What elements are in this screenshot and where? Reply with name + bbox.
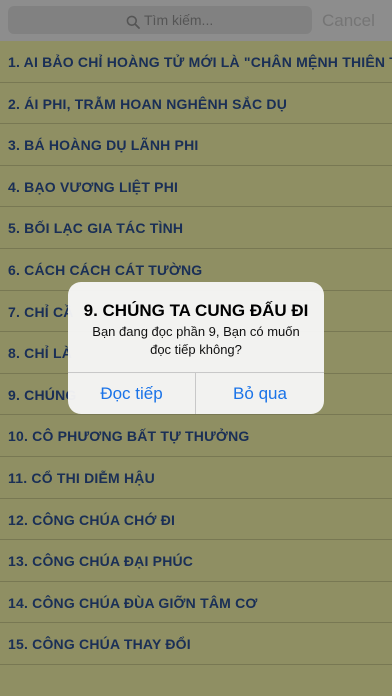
continue-reading-button[interactable]: Đọc tiếp (68, 373, 195, 414)
skip-button[interactable]: Bỏ qua (196, 373, 324, 414)
dialog-title: 9. CHÚNG TA CUNG ĐẤU ĐI (83, 301, 309, 320)
dialog-message: Bạn đang đọc phần 9, Bạn có muốn đọc tiế… (92, 324, 300, 357)
continue-reading-dialog: 9. CHÚNG TA CUNG ĐẤU ĐI Bạn đang đọc phầ… (68, 282, 324, 414)
